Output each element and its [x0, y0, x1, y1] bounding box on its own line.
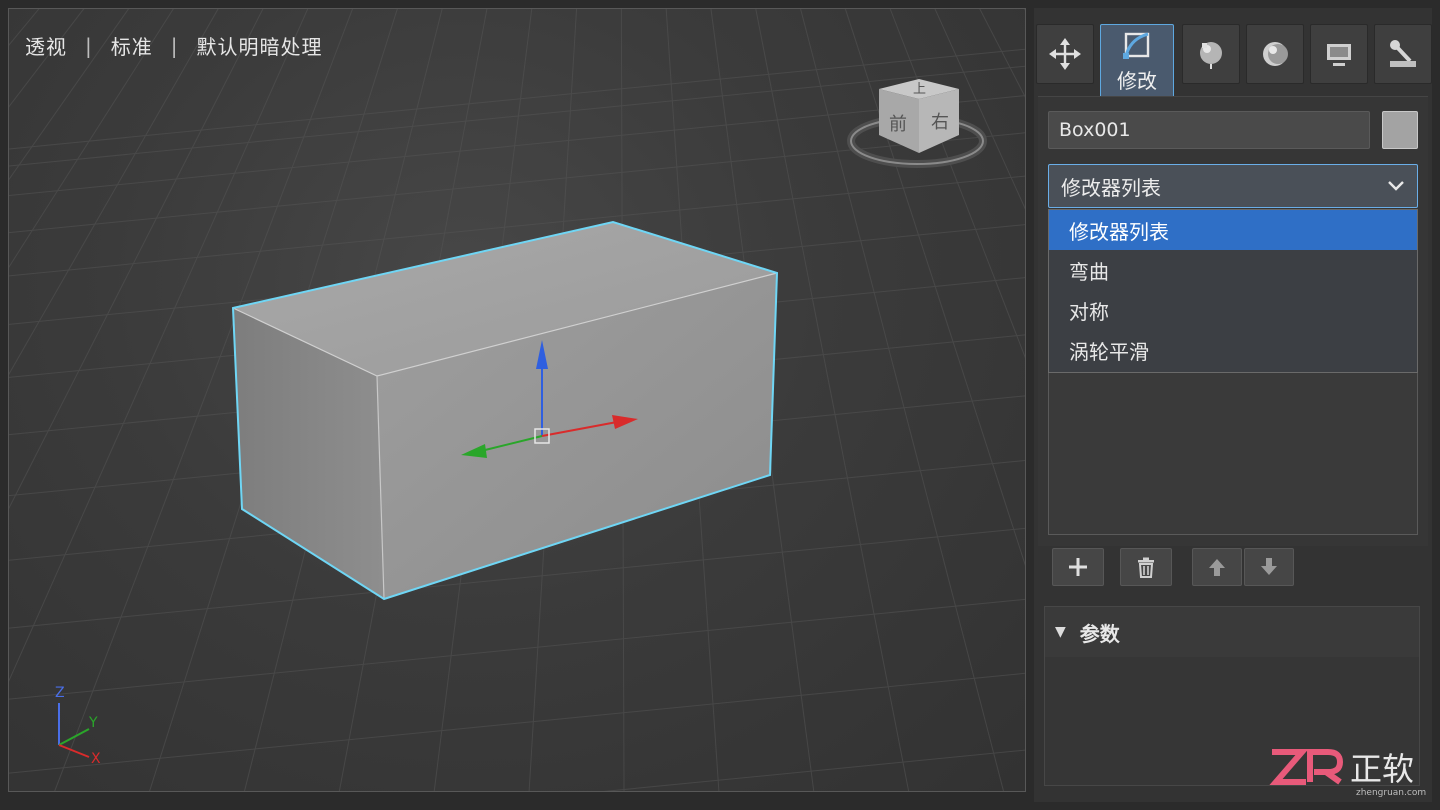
modify-icon: [1123, 32, 1150, 59]
move-modifier-up-button[interactable]: [1192, 548, 1242, 586]
parameters-rollout-header[interactable]: ▼ 参数: [1045, 607, 1419, 657]
display-icon: [1327, 44, 1351, 66]
arrow-up-icon: [1209, 559, 1225, 576]
object-section: 修改器列表 修改器列表 弯曲 对称 涡轮平滑: [1038, 96, 1428, 546]
tab-display[interactable]: [1310, 24, 1368, 84]
hierarchy-icon: [1200, 42, 1222, 69]
watermark-url: zhengruan.com: [1356, 788, 1427, 798]
shading-mode-label[interactable]: 标准: [111, 31, 153, 60]
tab-hierarchy[interactable]: [1182, 24, 1240, 84]
move-icon: [1049, 38, 1081, 70]
watermark-brand: 正软: [1350, 750, 1414, 788]
object-name-input[interactable]: [1048, 111, 1370, 149]
parameters-title: 参数: [1079, 621, 1120, 646]
command-panel-tabs: 修改: [1034, 16, 1432, 100]
chevron-down-icon: [1388, 181, 1404, 191]
modifier-list-select[interactable]: 修改器列表: [1048, 164, 1418, 208]
plus-icon: [1069, 558, 1087, 576]
utilities-icon: [1390, 40, 1416, 67]
modifier-list-value: 修改器列表: [1061, 175, 1161, 200]
perspective-viewport[interactable]: 透视 | 标准 | 默认明暗处理 上 前 右 Z Y X: [8, 8, 1026, 792]
tab-modify[interactable]: 修改: [1100, 24, 1174, 100]
viewcube[interactable]: 上 前 右: [847, 71, 987, 181]
dropdown-option-modifier-list[interactable]: 修改器列表: [1049, 210, 1417, 250]
tab-utilities[interactable]: [1374, 24, 1432, 84]
command-panel: 修改 Box001 修改器列表 修改器列表 弯曲 对称 涡轮平滑 ▼ 参数: [1034, 8, 1432, 802]
arrow-down-icon: [1261, 558, 1277, 575]
watermark: 正软 zhengruan.com: [1266, 742, 1436, 802]
viewcube-right-label[interactable]: 右: [931, 112, 949, 133]
dropdown-option-bend[interactable]: 弯曲: [1049, 250, 1417, 290]
dropdown-option-symmetry[interactable]: 对称: [1049, 290, 1417, 330]
zr-logo: 正软: [1269, 749, 1414, 788]
app-window: 透视 | 标准 | 默认明暗处理 上 前 右 Z Y X 修改 Box001 修…: [0, 0, 1440, 810]
object-color-swatch[interactable]: [1382, 111, 1418, 149]
tab-modify-label: 修改: [1117, 68, 1157, 93]
modifier-dropdown-list: 修改器列表 弯曲 对称 涡轮平滑: [1048, 209, 1418, 373]
tab-motion[interactable]: [1246, 24, 1304, 84]
move-modifier-down-button[interactable]: [1244, 548, 1294, 586]
axis-x-label: X: [91, 751, 101, 767]
motion-icon: [1263, 42, 1288, 66]
box-object[interactable]: [231, 220, 779, 601]
add-modifier-button[interactable]: [1052, 548, 1104, 586]
viewcube-top-label[interactable]: 上: [913, 82, 926, 97]
collapse-triangle-icon: ▼: [1055, 624, 1066, 640]
lighting-mode-label[interactable]: 默认明暗处理: [197, 31, 323, 60]
viewcube-front-label[interactable]: 前: [889, 114, 907, 135]
viewport-labels: 透视 | 标准 | 默认明暗处理: [25, 31, 323, 60]
tab-create[interactable]: [1036, 24, 1094, 84]
axis-y-label: Y: [88, 715, 98, 731]
world-axis-tripod: Z Y X: [55, 685, 101, 767]
trash-icon: [1138, 557, 1154, 578]
axis-z-label: Z: [55, 685, 65, 701]
delete-modifier-button[interactable]: [1120, 548, 1172, 586]
modifier-stack-buttons: [1048, 548, 1428, 588]
dropdown-option-turbosmooth[interactable]: 涡轮平滑: [1049, 330, 1417, 370]
view-type-label[interactable]: 透视: [25, 31, 67, 60]
